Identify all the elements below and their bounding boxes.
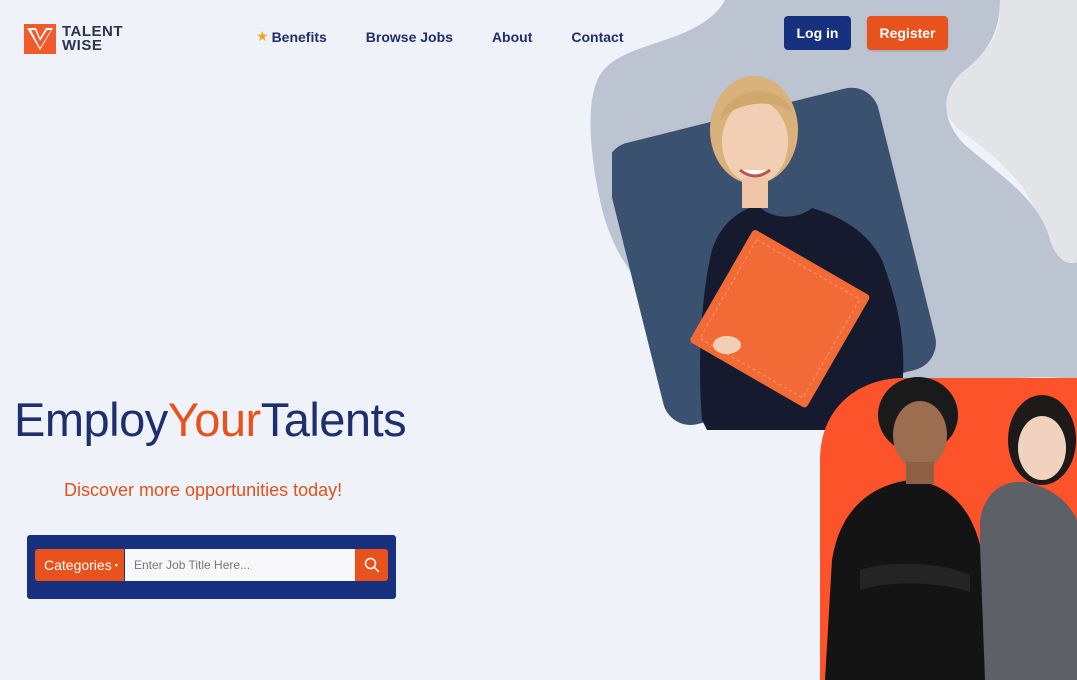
hero-title-employ: Employ xyxy=(14,393,168,446)
nav-item-label: Browse Jobs xyxy=(365,28,453,45)
nav-item-label: About xyxy=(491,28,533,45)
nav-item-browse-jobs[interactable]: Browse Jobs xyxy=(366,29,453,45)
hero-title-talents: Talents xyxy=(260,393,407,446)
brand-wordmark: TALENT WISE xyxy=(62,24,123,54)
hero-title: EmployYourTalents xyxy=(14,392,407,447)
nav-item-label: Contact xyxy=(571,28,624,45)
v-chevron-logo-icon xyxy=(24,24,56,54)
register-button[interactable]: Register xyxy=(867,16,948,50)
search-icon xyxy=(364,557,379,573)
search-button[interactable] xyxy=(355,549,388,581)
hero-subtitle: Discover more opportunities today! xyxy=(64,480,343,500)
hero-photo-team xyxy=(820,377,1077,680)
login-button[interactable]: Log in xyxy=(784,16,851,50)
job-title-search-input[interactable] xyxy=(125,549,355,581)
star-icon: ★ xyxy=(256,28,269,44)
nav-item-benefits[interactable]: ★ Benefits xyxy=(256,28,327,45)
nav-item-contact[interactable]: Contact xyxy=(571,29,623,45)
chevron-down-icon: ▾ xyxy=(114,562,118,569)
landing-page: TALENT WISE ★ Benefits Browse Jobs About… xyxy=(0,0,1077,680)
categories-dropdown[interactable]: Categories ▾ xyxy=(35,549,124,581)
categories-label: Categories xyxy=(44,557,112,573)
job-search-panel: Categories ▾ xyxy=(27,535,396,599)
hero-title-your: Your xyxy=(167,393,261,446)
main-nav: ★ Benefits Browse Jobs About Contact xyxy=(256,28,624,45)
nav-item-label: Benefits xyxy=(271,28,327,45)
nav-item-about[interactable]: About xyxy=(492,29,532,45)
brand-logo[interactable]: TALENT WISE xyxy=(24,24,123,54)
brand-line-2: WISE xyxy=(62,37,103,54)
